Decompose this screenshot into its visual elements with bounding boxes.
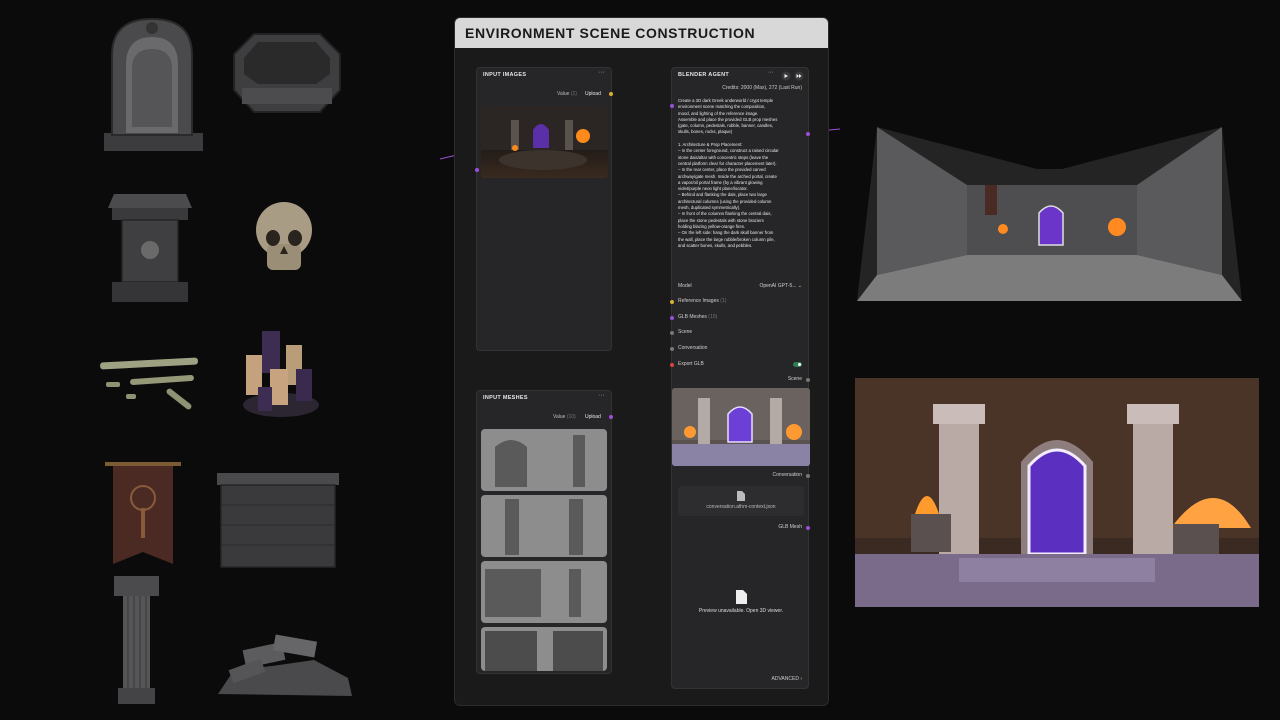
glb-output-port[interactable] xyxy=(806,526,810,530)
reference-images-port[interactable] xyxy=(670,300,674,304)
file-icon xyxy=(736,590,747,604)
reference-images-label: Reference Images xyxy=(678,298,719,304)
mesh-preview-art xyxy=(485,569,581,617)
scene-render-closeup xyxy=(855,378,1259,607)
reference-image-art xyxy=(481,106,608,170)
scene-input-label: Scene xyxy=(678,329,693,335)
value-count: (10) xyxy=(566,414,576,420)
bones-icon xyxy=(100,357,198,410)
candles-icon xyxy=(243,331,319,417)
frame-title: ENVIRONMENT SCENE CONSTRUCTION xyxy=(455,18,828,48)
scene-preview-art xyxy=(672,388,810,466)
node-menu-icon[interactable]: ··· xyxy=(767,69,774,76)
scene-output-port[interactable] xyxy=(806,378,810,382)
credits-text: Credits: 2000 (Max), 272 (Last Run) xyxy=(722,85,802,91)
value-label: Value (1) xyxy=(557,91,577,97)
skull-icon xyxy=(256,202,312,270)
tombstone-icon xyxy=(104,17,203,151)
conversation-output-port[interactable] xyxy=(806,474,810,478)
value-text: Value xyxy=(553,414,566,420)
column-icon xyxy=(114,576,159,704)
model-select[interactable]: OpenAI GPT-5... ⌄ xyxy=(759,283,802,289)
mesh-card-pedestals[interactable] xyxy=(481,627,607,671)
value-count: (1) xyxy=(570,91,577,97)
stone-wall-icon xyxy=(217,473,339,568)
preview-unavailable-text: Preview unavailable. Open 3D viewer. xyxy=(698,608,784,614)
file-icon xyxy=(737,491,745,501)
blender-agent-node[interactable]: BLENDER AGENT ··· Credits: 2000 (Max), 2… xyxy=(670,67,810,689)
node-menu-icon[interactable]: ··· xyxy=(598,392,605,399)
model-value: OpenAI GPT-5... xyxy=(759,283,797,289)
scene-render-wide xyxy=(857,127,1242,301)
model-label: Model xyxy=(678,283,692,289)
conversation-file-name: conversation.athm-context.json xyxy=(706,504,776,510)
mesh-preview-art xyxy=(485,631,603,671)
mesh-preview-art xyxy=(505,499,583,555)
prompt-textarea[interactable]: Create a 3D dark Greek underworld / cryp… xyxy=(678,98,804,276)
conversation-input-label: Conversation xyxy=(678,345,708,351)
value-label: Value (10) xyxy=(553,414,576,420)
advanced-toggle[interactable]: ADVANCED › xyxy=(772,676,802,682)
mesh-card-columns[interactable] xyxy=(481,495,607,557)
input-images-node[interactable]: INPUT IMAGES ··· Value (1) Upload xyxy=(475,67,613,351)
glb-output-label: GLB Mesh xyxy=(778,524,802,530)
mesh-output-port[interactable] xyxy=(609,415,613,419)
workflow-frame: ENVIRONMENT SCENE CONSTRUCTION INPUT IMA… xyxy=(454,17,829,706)
reference-images-count: (1) xyxy=(720,298,727,304)
conversation-input-port[interactable] xyxy=(670,347,674,351)
reference-image-thumbnail[interactable] xyxy=(481,106,608,178)
glb-meshes-label: GLB Meshes xyxy=(678,314,707,320)
chevron-down-icon: ⌄ xyxy=(797,283,802,289)
pedestal-icon xyxy=(108,194,192,302)
blender-agent-title: BLENDER AGENT xyxy=(678,72,730,78)
agent-right-port[interactable] xyxy=(806,132,810,136)
upload-button[interactable]: Upload xyxy=(585,414,601,420)
rubble-icon xyxy=(218,634,352,696)
image-output-port[interactable] xyxy=(609,92,613,96)
conversation-file[interactable]: conversation.athm-context.json xyxy=(678,486,804,516)
play-icon[interactable] xyxy=(781,71,791,81)
mesh-card-gate-column[interactable] xyxy=(481,429,607,491)
glb-meshes-port[interactable] xyxy=(670,316,674,320)
scene-preview-image[interactable] xyxy=(672,388,810,466)
input-meshes-node[interactable]: INPUT MESHES ··· Value (10) Upload xyxy=(476,390,613,674)
input-images-title: INPUT IMAGES xyxy=(483,72,527,78)
conversation-output-label: Conversation xyxy=(772,472,802,478)
octagon-planter-icon xyxy=(233,33,341,113)
chevron-right-icon: › xyxy=(800,676,802,682)
image-side-port[interactable] xyxy=(475,168,479,172)
upload-button[interactable]: Upload xyxy=(585,91,601,97)
node-menu-icon[interactable]: ··· xyxy=(598,69,605,76)
advanced-label: ADVANCED xyxy=(771,676,799,682)
glb-meshes-input: GLB Meshes (10) xyxy=(678,314,717,320)
mesh-card-wall-column[interactable] xyxy=(481,561,607,623)
reference-images-input: Reference Images (1) xyxy=(678,298,726,304)
scene-output-label: Scene xyxy=(787,376,802,382)
scene-input-port[interactable] xyxy=(670,331,674,335)
banner-icon xyxy=(105,462,181,564)
export-glb-label: Export GLB xyxy=(678,361,704,367)
glb-meshes-count: (10) xyxy=(708,314,718,320)
value-text: Value xyxy=(557,91,570,97)
export-glb-toggle[interactable] xyxy=(793,362,802,367)
input-meshes-title: INPUT MESHES xyxy=(483,395,528,401)
glb-3d-preview[interactable]: Preview unavailable. Open 3D viewer. xyxy=(678,538,804,673)
fast-forward-icon[interactable] xyxy=(794,71,804,81)
mesh-preview-art xyxy=(495,435,585,487)
agent-left-port[interactable] xyxy=(670,104,674,108)
export-glb-port[interactable] xyxy=(670,363,674,367)
